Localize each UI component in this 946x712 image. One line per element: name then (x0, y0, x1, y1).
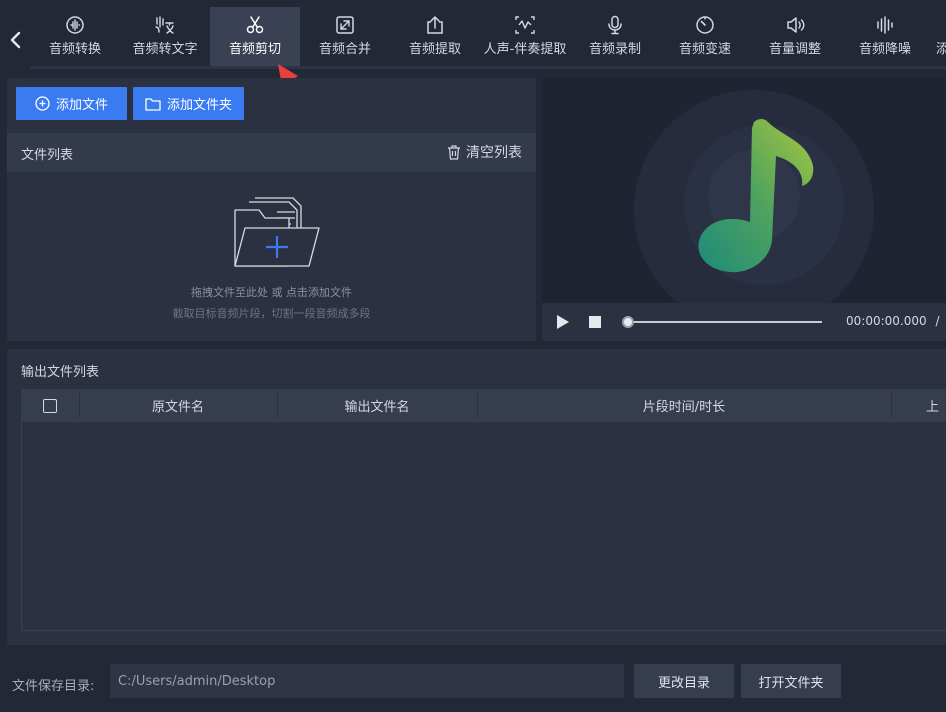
speedometer-icon (695, 15, 715, 35)
app-window: 音频转换 音频转文字 音频剪切 音频合并 音频提取 人声-伴奏提取 音频录制 音… (0, 0, 946, 712)
tab-label: 添 (936, 42, 946, 57)
feature-toolbar: 音频转换 音频转文字 音频剪切 音频合并 音频提取 人声-伴奏提取 音频录制 音… (0, 0, 946, 70)
column-segment-time: 片段时间/时长 (642, 400, 726, 415)
tab-noise-reduction[interactable]: 音频降噪 (840, 7, 930, 67)
noise-bars-icon (875, 15, 895, 35)
folder-add-icon (234, 197, 320, 267)
output-list-title: 输出文件列表 (21, 365, 100, 380)
tab-label: 音频转换 (48, 42, 101, 57)
tab-label: 音频录制 (588, 42, 641, 57)
file-list-header: 文件列表 清空列表 (7, 133, 536, 172)
tab-overflow-partial[interactable]: 添 (930, 7, 946, 67)
add-folder-label: 添加文件夹 (166, 98, 232, 113)
output-table-header: 原文件名 输出文件名 片段时间/时长 上 (21, 389, 946, 422)
tab-vocal-accompaniment-extract[interactable]: 人声-伴奏提取 (480, 7, 570, 67)
player-controls: 00:00:00.000 / 00 (542, 303, 946, 341)
clear-list-label: 清空列表 (466, 145, 522, 161)
select-all-checkbox[interactable] (43, 398, 57, 413)
tab-label: 音频提取 (408, 42, 461, 57)
tab-audio-convert[interactable]: 音频转换 (30, 7, 120, 67)
column-partial: 上 (926, 400, 940, 415)
folder-icon (145, 97, 161, 111)
vocal-split-icon (514, 15, 536, 35)
tab-audio-record[interactable]: 音频录制 (570, 7, 660, 67)
save-path-input[interactable] (110, 664, 624, 698)
speech-to-text-icon (154, 15, 176, 35)
save-directory-label: 文件保存目录: (12, 679, 95, 694)
upload-extract-icon (425, 15, 445, 35)
tab-label: 音量调整 (768, 42, 821, 57)
file-panel: 添加文件 添加文件夹 文件列表 清空列表 拖拽文件至此处 或 点击添加文件 截取… (7, 78, 536, 341)
trash-icon (448, 144, 460, 160)
current-time: 00:00:00.000 (846, 314, 927, 328)
tab-label: 音频合并 (318, 42, 371, 57)
column-output-name: 输出文件名 (344, 400, 410, 415)
play-icon[interactable] (556, 314, 570, 330)
time-separator: / (935, 314, 940, 328)
tab-audio-speed[interactable]: 音频变速 (660, 7, 750, 67)
seek-slider[interactable] (628, 321, 822, 323)
seek-handle[interactable] (622, 316, 634, 328)
tab-label: 音频转文字 (132, 42, 198, 57)
footer-bar: 文件保存目录: 更改目录 打开文件夹 (0, 645, 946, 712)
tab-label: 音频变速 (678, 42, 731, 57)
change-directory-button[interactable]: 更改目录 (634, 664, 734, 698)
tab-volume-adjust[interactable]: 音量调整 (750, 7, 840, 67)
add-folder-button[interactable]: 添加文件夹 (133, 87, 244, 120)
tab-audio-to-text[interactable]: 音频转文字 (120, 7, 210, 67)
waveform-circle-icon (65, 15, 85, 35)
output-table-body (21, 422, 946, 631)
clear-list-button[interactable]: 清空列表 (447, 142, 522, 162)
merge-arrows-icon (335, 15, 355, 35)
scissors-icon (245, 15, 265, 35)
microphone-icon (605, 15, 625, 35)
tab-label: 音频降噪 (858, 42, 911, 57)
open-folder-button[interactable]: 打开文件夹 (741, 664, 841, 698)
time-readout: 00:00:00.000 / 00 (846, 314, 946, 328)
toolbar-divider (30, 66, 946, 69)
audio-preview-panel: 00:00:00.000 / 00 (542, 78, 946, 341)
speaker-icon (785, 15, 805, 35)
music-note-icon (698, 119, 814, 273)
stop-button[interactable] (589, 316, 601, 328)
chevron-left-icon (10, 31, 21, 49)
file-list-title: 文件列表 (21, 148, 74, 163)
column-original-name: 原文件名 (151, 400, 204, 415)
add-file-label: 添加文件 (55, 98, 108, 113)
back-button[interactable] (0, 22, 30, 58)
drop-subhint: 截取目标音频片段，切割一段音频成多段 (172, 307, 371, 320)
drop-hint: 拖拽文件至此处 或 点击添加文件 (191, 286, 352, 299)
tab-label: 音频剪切 (228, 42, 281, 57)
tab-label: 人声-伴奏提取 (483, 42, 567, 57)
tab-audio-extract[interactable]: 音频提取 (390, 7, 480, 67)
add-file-button[interactable]: 添加文件 (16, 87, 127, 120)
output-panel: 输出文件列表 原文件名 输出文件名 片段时间/时长 上 (7, 349, 946, 645)
plus-circle-icon (35, 96, 50, 111)
file-drop-zone[interactable]: 拖拽文件至此处 或 点击添加文件 截取目标音频片段，切割一段音频成多段 (7, 172, 536, 341)
